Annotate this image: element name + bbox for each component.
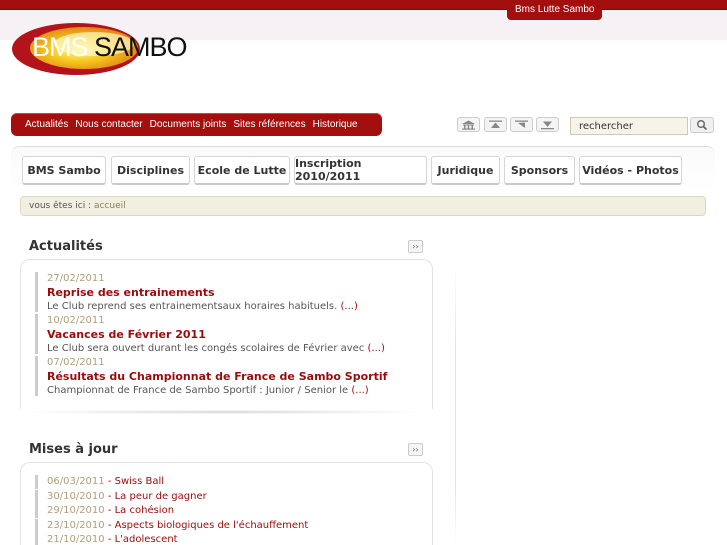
news-item: 10/02/2011 Vacances de Février 2011 Le C…	[35, 314, 435, 354]
news-title-link[interactable]: Reprise des entrainements	[47, 286, 435, 300]
box-shadow	[30, 410, 420, 414]
breadcrumb: vous êtes ici : accueil	[20, 196, 706, 216]
tab-ecole-de-lutte[interactable]: Ecole de Lutte	[194, 156, 290, 185]
mises-a-jour-more-button[interactable]: ››	[408, 443, 423, 456]
actualites-heading: Actualités	[29, 239, 103, 254]
arrow-up-icon	[489, 120, 502, 128]
logo-text-bms: BMS	[32, 32, 89, 62]
update-item[interactable]: 06/03/2011 - Swiss Ball	[35, 475, 425, 489]
news-desc: Championnat de France de Sambo Sportif :…	[47, 385, 349, 396]
actualites-more-button[interactable]: ››	[408, 240, 423, 253]
news-date: 27/02/2011	[47, 273, 105, 284]
mises-a-jour-heading: Mises à jour	[29, 442, 118, 457]
nav-historique[interactable]: Historique	[313, 119, 358, 130]
nav-sites-references[interactable]: Sites références	[233, 119, 305, 130]
tab-videos-photos[interactable]: Vidéos - Photos	[579, 156, 682, 185]
nav-documents-joints[interactable]: Documents joints	[150, 119, 227, 130]
news-desc: Le Club sera ouvert durant les congés sc…	[47, 343, 365, 354]
site-logo[interactable]: BMS SAMBO	[10, 22, 210, 78]
update-title-link[interactable]: La cohésion	[115, 505, 174, 516]
nav-actualites[interactable]: Actualités	[25, 119, 68, 130]
news-title-link[interactable]: Vacances de Février 2011	[47, 328, 435, 342]
news-title-link[interactable]: Résultats du Championnat de France de Sa…	[47, 370, 435, 384]
update-item[interactable]: 29/10/2010 - La cohésion	[35, 504, 425, 518]
arrow-down-icon	[541, 121, 554, 129]
update-item[interactable]: 23/10/2010 - Aspects biologiques de l'éc…	[35, 519, 425, 533]
tab-inscription[interactable]: Inscription 2010/2011	[294, 156, 427, 185]
news-desc: Le Club reprend ses entrainementsaux hor…	[47, 301, 338, 312]
update-title-link[interactable]: L'adolescent	[115, 534, 178, 545]
news-item: 27/02/2011 Reprise des entrainements Le …	[35, 272, 435, 312]
home-button[interactable]	[457, 117, 480, 132]
update-item[interactable]: 21/10/2010 - L'adolescent	[35, 533, 425, 545]
update-item[interactable]: 30/10/2010 - La peur de gagner	[35, 490, 425, 504]
update-title-link[interactable]: La peur de gagner	[115, 491, 207, 502]
arrow-up-right-icon	[515, 120, 528, 128]
breadcrumb-current[interactable]: accueil	[94, 201, 126, 211]
update-date: 21/10/2010	[47, 534, 105, 545]
tab-sponsors[interactable]: Sponsors	[504, 156, 575, 185]
tab-bms-sambo[interactable]: BMS Sambo	[22, 156, 106, 185]
update-date: 06/03/2011	[47, 476, 105, 487]
nav-nous-contacter[interactable]: Nous contacter	[75, 119, 142, 130]
tab-juridique[interactable]: Juridique	[431, 156, 500, 185]
update-date: 23/10/2010	[47, 520, 105, 531]
update-date: 29/10/2010	[47, 505, 105, 516]
top-bar	[0, 0, 727, 10]
news-date: 07/02/2011	[47, 357, 105, 368]
news-item: 07/02/2011 Résultats du Championnat de F…	[35, 356, 435, 396]
search-input[interactable]	[570, 117, 688, 135]
breadcrumb-label: vous êtes ici :	[29, 201, 92, 211]
main-nav: Actualités Nous contacter Documents join…	[11, 113, 382, 136]
scroll-bottom-button[interactable]	[536, 117, 559, 132]
update-title-link[interactable]: Aspects biologiques de l'échauffement	[115, 520, 309, 531]
news-more-link[interactable]: (...)	[351, 385, 368, 396]
scroll-top-button[interactable]	[484, 117, 507, 132]
tab-disciplines[interactable]: Disciplines	[111, 156, 190, 185]
logo-text-sambo: SAMBO	[94, 32, 188, 62]
column-separator	[455, 262, 456, 545]
news-more-link[interactable]: (...)	[341, 301, 358, 312]
news-more-link[interactable]: (...)	[368, 343, 385, 354]
search-button[interactable]	[690, 117, 714, 133]
update-title-link[interactable]: Swiss Ball	[115, 476, 164, 487]
home-icon	[462, 120, 475, 130]
scroll-right-button[interactable]	[510, 117, 533, 132]
top-tab-link[interactable]: Bms Lutte Sambo	[507, 0, 603, 20]
news-date: 10/02/2011	[47, 315, 105, 326]
update-date: 30/10/2010	[47, 491, 105, 502]
magnifier-icon	[697, 120, 708, 131]
